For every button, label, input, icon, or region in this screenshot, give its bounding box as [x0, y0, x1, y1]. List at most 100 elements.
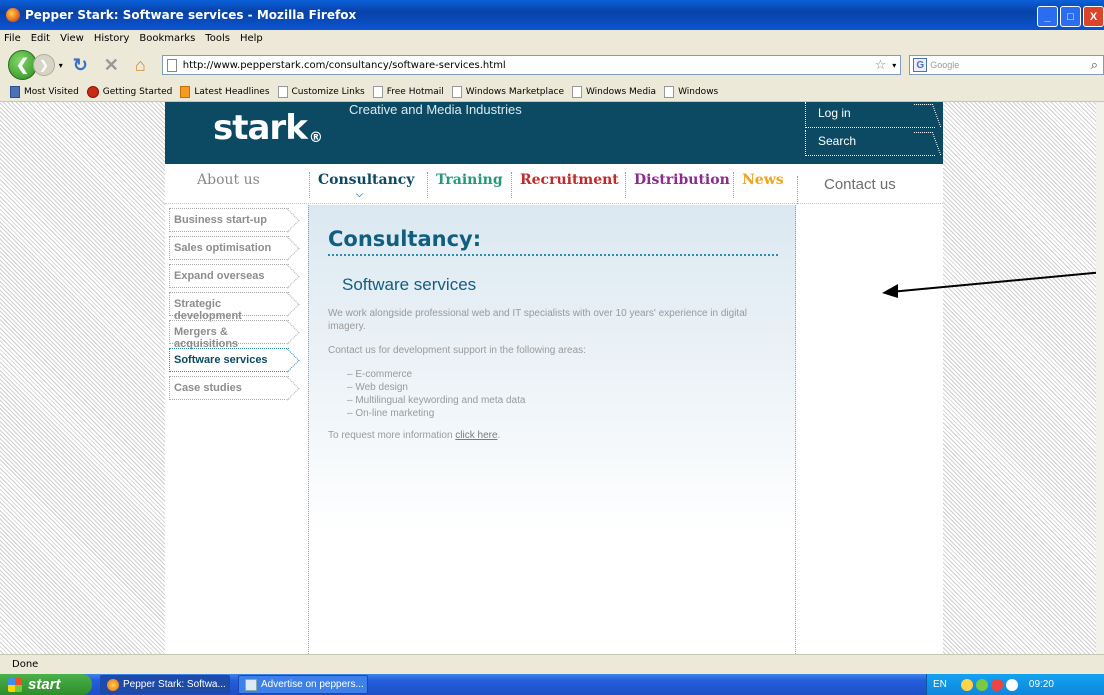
bookmark-latest-headlines[interactable]: Latest Headlines	[180, 86, 270, 98]
nav-consultancy[interactable]: Consultancy ⌵	[309, 172, 414, 200]
sub-navigation: Business start-up Sales optimisation Exp…	[169, 208, 293, 404]
firefox-icon	[6, 8, 20, 22]
system-tray: EN 09:20	[926, 674, 1104, 695]
search-link[interactable]: Search	[805, 130, 935, 156]
login-link[interactable]: Log in	[805, 102, 935, 128]
bookmark-windows-media[interactable]: Windows Media	[571, 86, 656, 98]
page-icon	[664, 86, 675, 98]
history-dropdown-icon[interactable]: ▾	[59, 61, 63, 70]
search-go-icon[interactable]: ⌕	[1091, 57, 1098, 73]
menu-tools[interactable]: Tools	[205, 33, 230, 44]
menu-view[interactable]: View	[60, 33, 84, 44]
page-subtitle: Software services	[342, 275, 477, 294]
tray-icon[interactable]	[960, 678, 973, 691]
nav-training[interactable]: Training	[427, 172, 503, 198]
tray-icon[interactable]	[990, 678, 1003, 691]
sidebar-item-sales-optimisation[interactable]: Sales optimisation	[169, 236, 289, 260]
taskbar-clock: 09:20	[1028, 679, 1054, 690]
reload-icon[interactable]: ↻	[73, 55, 88, 76]
main-content: Consultancy: Software services We work a…	[308, 205, 796, 654]
menu-help[interactable]: Help	[240, 33, 263, 44]
taskbar-item-advertise[interactable]: Advertise on peppers...	[238, 675, 368, 694]
website-page: stark ® Creative and Media Industries Log…	[165, 102, 943, 654]
maximize-button[interactable]: □	[1060, 6, 1081, 27]
firefox-icon	[107, 678, 119, 691]
site-logo[interactable]: stark ®	[213, 110, 323, 146]
navigation-toolbar: ❮ ❯ ▾ ↻ ✕ ⌂ http://www.pepperstark.com/c…	[0, 47, 1104, 83]
chevron-down-icon: ⌵	[356, 190, 363, 200]
page-icon	[166, 58, 177, 72]
services-list: E-commerce Web design Multilingual keywo…	[347, 368, 525, 420]
page-icon	[451, 86, 462, 98]
sidebar-item-strategic-development[interactable]: Strategic development	[169, 292, 289, 322]
menu-history[interactable]: History	[94, 33, 130, 44]
nav-contact-us[interactable]: Contact us	[797, 176, 943, 204]
vertical-scrollbar[interactable]	[1096, 102, 1104, 654]
browser-content: stark ® Creative and Media Industries Log…	[0, 102, 1104, 654]
home-icon[interactable]: ⌂	[135, 55, 146, 76]
window-titlebar: Pepper Stark: Software services - Mozill…	[0, 0, 1104, 30]
sidebar-item-software-services[interactable]: Software services	[169, 348, 289, 372]
nav-news[interactable]: News	[733, 172, 784, 198]
bookmarks-toolbar: Most Visited Getting Started Latest Head…	[0, 83, 1104, 102]
intro-paragraph: We work alongside professional web and I…	[328, 308, 747, 332]
url-input[interactable]: http://www.pepperstark.com/consultancy/s…	[183, 60, 875, 71]
bookmark-customize-links[interactable]: Customize Links	[277, 86, 365, 98]
annotation-arrow-icon	[882, 271, 1104, 298]
sidebar-item-mergers-acquisitions[interactable]: Mergers & acquisitions	[169, 320, 289, 350]
sidebar-item-case-studies[interactable]: Case studies	[169, 376, 289, 400]
bookmark-getting-started[interactable]: Getting Started	[86, 86, 172, 98]
site-header: stark ® Creative and Media Industries Log…	[165, 102, 943, 164]
tray-icon[interactable]	[975, 678, 988, 691]
taskbar-item-firefox[interactable]: Pepper Stark: Softwa...	[100, 675, 230, 694]
menu-edit[interactable]: Edit	[31, 33, 50, 44]
sidebar-item-business-start-up[interactable]: Business start-up	[169, 208, 289, 232]
list-item: E-commerce	[347, 368, 525, 381]
windows-logo-icon	[8, 677, 22, 692]
search-bar[interactable]: G Google	[909, 55, 1104, 75]
forward-button[interactable]: ❯	[33, 54, 55, 76]
menu-bookmarks[interactable]: Bookmarks	[139, 33, 195, 44]
bookmark-folder-icon	[10, 86, 20, 98]
nav-distribution[interactable]: Distribution	[625, 172, 730, 198]
bookmark-free-hotmail[interactable]: Free Hotmail	[372, 86, 444, 98]
status-bar: Done	[0, 654, 1104, 674]
windows-taskbar: start Pepper Stark: Softwa... Advertise …	[0, 674, 1104, 695]
bookmark-star-icon[interactable]: ☆	[875, 58, 887, 73]
start-button[interactable]: start	[0, 674, 92, 695]
window-controls: _ □ X	[1037, 6, 1104, 27]
list-item: Web design	[347, 381, 525, 394]
language-indicator[interactable]: EN	[933, 679, 947, 690]
stop-icon[interactable]: ✕	[104, 55, 119, 76]
minimize-button[interactable]: _	[1037, 6, 1058, 27]
main-navigation: About us Consultancy ⌵ Training Recruitme…	[165, 164, 943, 204]
bookmark-most-visited[interactable]: Most Visited	[10, 86, 79, 98]
page-icon	[372, 86, 383, 98]
page-icon	[277, 86, 288, 98]
page-title: Consultancy:	[328, 227, 778, 256]
close-button[interactable]: X	[1083, 6, 1104, 27]
url-dropdown-icon[interactable]: ▾	[892, 61, 896, 70]
bookmark-windows[interactable]: Windows	[664, 86, 718, 98]
menu-file[interactable]: File	[4, 33, 21, 44]
list-item: On-line marketing	[347, 407, 525, 420]
sidebar-item-expand-overseas[interactable]: Expand overseas	[169, 264, 289, 288]
list-item: Multilingual keywording and meta data	[347, 394, 525, 407]
nav-about-us[interactable]: About us	[189, 172, 260, 198]
document-icon	[245, 678, 257, 691]
search-input[interactable]: Google	[930, 60, 959, 70]
click-here-link[interactable]: click here	[455, 430, 497, 441]
firefox-bookmark-icon	[86, 86, 99, 98]
site-tagline: Creative and Media Industries	[349, 102, 522, 117]
google-icon[interactable]: G	[913, 58, 928, 72]
page-icon	[571, 86, 582, 98]
request-paragraph: To request more information click here.	[328, 430, 501, 441]
nav-recruitment[interactable]: Recruitment	[511, 172, 619, 198]
window-title: Pepper Stark: Software services - Mozill…	[25, 8, 357, 22]
bookmark-windows-marketplace[interactable]: Windows Marketplace	[451, 86, 564, 98]
address-bar[interactable]: http://www.pepperstark.com/consultancy/s…	[161, 55, 902, 75]
contact-paragraph: Contact us for development support in th…	[328, 345, 586, 356]
tray-icon[interactable]	[1005, 678, 1018, 691]
rss-icon	[180, 86, 191, 98]
menu-bar: File Edit View History Bookmarks Tools H…	[0, 30, 1104, 47]
